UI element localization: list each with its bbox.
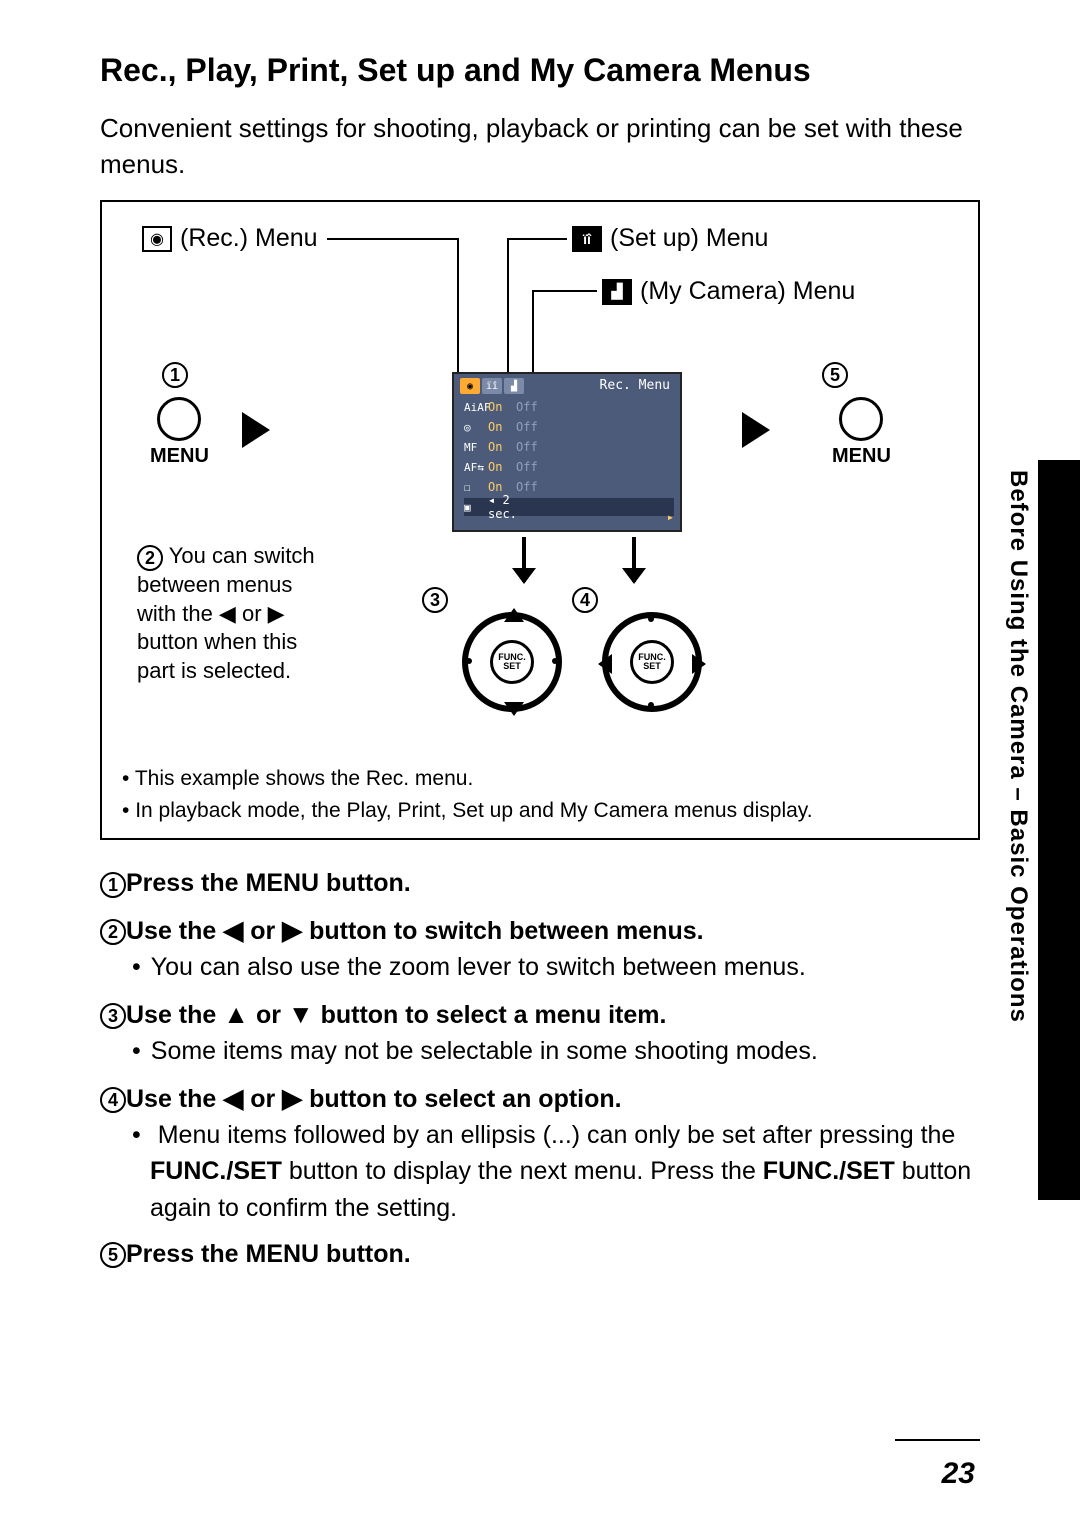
- side-tab-label: Before Using the Camera – Basic Operatio…: [1004, 470, 1032, 1023]
- lcd-tab-mycam: ▟: [504, 378, 524, 394]
- right-arrow-icon: [692, 654, 706, 674]
- setup-menu-label: ïî (Set up) Menu: [572, 224, 768, 253]
- manual-page: Before Using the Camera – Basic Operatio…: [0, 0, 1080, 1521]
- page-title: Rec., Play, Print, Set up and My Camera …: [100, 50, 980, 92]
- left-arrow-icon: ◀: [223, 1083, 243, 1113]
- left-arrow-icon: [598, 654, 612, 674]
- lcd-row: MFOnOff: [464, 438, 674, 456]
- step-5: 5Press the MENU button.: [100, 1236, 980, 1272]
- connector-line: [532, 290, 597, 292]
- lcd-title: Rec. Menu: [600, 378, 670, 393]
- page-number: 23: [942, 1457, 975, 1491]
- step-1: 1Press the MENU button.: [100, 865, 980, 901]
- connector-line: [457, 238, 459, 373]
- person-camera-icon: ▟: [602, 279, 632, 305]
- tools-icon: ïî: [572, 226, 602, 252]
- callout-1: 1: [162, 362, 188, 388]
- connector-line: [532, 290, 534, 373]
- down-arrow-icon: ▼: [288, 999, 314, 1029]
- menu-button-ring: [839, 397, 883, 441]
- right-arrow-icon: ▶: [282, 1083, 302, 1113]
- mycam-menu-label-text: (My Camera) Menu: [640, 277, 855, 306]
- callout-2: 2: [137, 545, 163, 571]
- right-arrow-icon: ▶: [282, 915, 302, 945]
- left-arrow-icon: ◀: [223, 915, 243, 945]
- menu-button-ring: [157, 397, 201, 441]
- lcd-row: ◎OnOff: [464, 418, 674, 436]
- camera-icon: ◉: [142, 226, 172, 252]
- menu-button-left: MENU: [150, 397, 209, 468]
- func-set-dial-updown: FUNC. SET: [462, 612, 562, 712]
- connector-line: [507, 238, 567, 240]
- mycam-menu-label: ▟ (My Camera) Menu: [602, 277, 855, 306]
- setup-menu-label-text: (Set up) Menu: [610, 224, 768, 253]
- func-set-dial-leftright: FUNC. SET: [602, 612, 702, 712]
- step-3: 3Use the ▲ or ▼ button to select a menu …: [100, 996, 980, 1070]
- callout-5: 5: [822, 362, 848, 388]
- up-arrow-icon: [504, 608, 524, 622]
- rec-menu-label: ◉ (Rec.) Menu: [142, 224, 318, 253]
- lcd-tab-bar: ◉ ïî ▟: [460, 378, 524, 394]
- lcd-row: AF⇆OnOff: [464, 458, 674, 476]
- lcd-row: AiAFOnOff: [464, 398, 674, 416]
- steps-list: 1Press the MENU button. 2Use the ◀ or ▶ …: [100, 865, 980, 1272]
- down-arrow-icon: [522, 537, 526, 582]
- step-4-sub: Menu items followed by an ellipsis (...)…: [100, 1117, 980, 1226]
- rec-menu-label-text: (Rec.) Menu: [180, 224, 318, 253]
- arrow-right-icon: [242, 412, 270, 448]
- lcd-tab-setup: ïî: [482, 378, 502, 394]
- page-number-rule: [895, 1439, 980, 1441]
- step-3-sub: Some items may not be selectable in some…: [100, 1033, 980, 1069]
- connector-line: [507, 238, 509, 373]
- menu-button-label: MENU: [150, 445, 209, 467]
- step-2-sub: You can also use the zoom lever to switc…: [100, 949, 980, 985]
- menu-button-right: MENU: [832, 397, 891, 468]
- up-arrow-icon: ▲: [223, 999, 249, 1029]
- intro-text: Convenient settings for shooting, playba…: [100, 110, 980, 183]
- callout-3: 3: [422, 587, 448, 613]
- arrow-right-icon: [742, 412, 770, 448]
- lcd-row-selected: ▣◂ 2 sec.: [464, 498, 674, 516]
- step-2: 2Use the ◀ or ▶ button to switch between…: [100, 912, 980, 986]
- figure-box: ◉ (Rec.) Menu ïî (Set up) Menu ▟ (My Cam…: [100, 200, 980, 840]
- down-arrow-icon: [504, 702, 524, 716]
- connector-line: [327, 238, 457, 240]
- lcd-tab-rec: ◉: [460, 378, 480, 394]
- side-tab: [1038, 460, 1080, 1200]
- figure-notes: • This example shows the Rec. menu. • In…: [122, 763, 813, 826]
- camera-lcd: ◉ ïî ▟ Rec. Menu AiAFOnOff ◎OnOff MFOnOf…: [452, 372, 682, 532]
- callout-2-text: 2 You can switch between menus with the …: [137, 542, 397, 685]
- step-4: 4Use the ◀ or ▶ button to select an opti…: [100, 1080, 980, 1226]
- menu-button-label: MENU: [832, 445, 891, 467]
- callout-4: 4: [572, 587, 598, 613]
- down-arrow-icon: [632, 537, 636, 582]
- lcd-arrow-right-icon: ▸: [667, 510, 674, 524]
